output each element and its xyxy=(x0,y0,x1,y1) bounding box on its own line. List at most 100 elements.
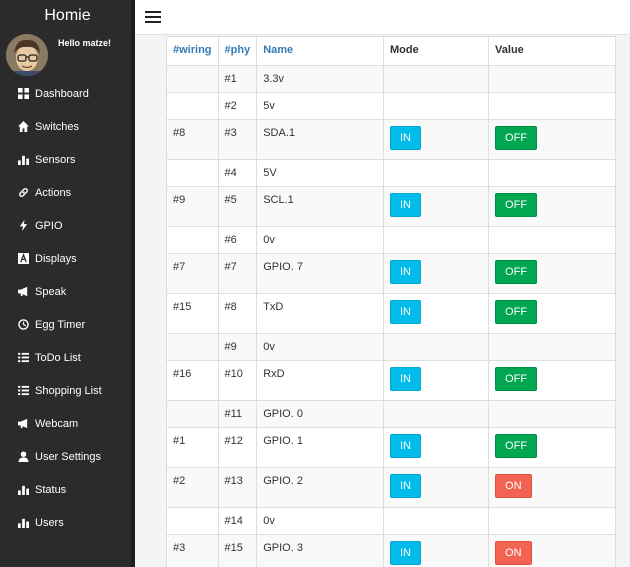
sidebar-item-speak[interactable]: Speak xyxy=(0,275,131,308)
name-cell: 0v xyxy=(256,226,384,254)
font-icon xyxy=(18,253,29,264)
phy-cell: #5 xyxy=(217,186,258,227)
name-cell: 0v xyxy=(256,333,384,361)
column-header-value: Value xyxy=(488,36,616,66)
mode-button[interactable]: IN xyxy=(389,367,421,391)
mode-cell: IN xyxy=(382,119,490,160)
sidebar-item-label: Switches xyxy=(35,120,80,133)
wiring-cell: #8 xyxy=(166,119,219,160)
table-row: #2 #13 GPIO. 2 IN ON xyxy=(166,467,616,508)
name-cell: 3.3v xyxy=(256,65,384,93)
hamburger-menu-icon[interactable] xyxy=(145,11,161,23)
value-toggle-button[interactable]: OFF xyxy=(495,434,538,458)
mode-button[interactable]: IN xyxy=(389,193,421,217)
wiring-cell xyxy=(166,226,219,254)
mode-cell xyxy=(382,65,490,93)
phy-cell: #11 xyxy=(217,400,258,428)
link-icon xyxy=(18,187,29,198)
sidebar-nav: Dashboard Switches Sensors Actions GPIO … xyxy=(0,77,131,539)
column-header-phy[interactable]: #phy xyxy=(217,36,258,66)
wiring-cell: #9 xyxy=(166,186,219,227)
sidebar-item-label: Shopping List xyxy=(35,384,102,397)
name-cell: RxD xyxy=(256,360,384,401)
sidebar-item-label: Status xyxy=(35,483,67,496)
table-row: #3 #15 GPIO. 3 IN ON xyxy=(166,534,616,567)
value-toggle-button[interactable]: OFF xyxy=(495,367,538,391)
mode-button[interactable]: IN xyxy=(389,300,421,324)
value-cell: OFF xyxy=(488,427,616,468)
column-header-wiring[interactable]: #wiring xyxy=(166,36,219,66)
table-row: #15 #8 TxD IN OFF xyxy=(166,293,616,334)
sidebar-item-label: Users xyxy=(35,516,64,529)
mode-button[interactable]: IN xyxy=(389,260,421,284)
wiring-cell xyxy=(166,65,219,93)
sidebar-item-dashboard[interactable]: Dashboard xyxy=(0,77,131,110)
sidebar-item-todo-list[interactable]: ToDo List xyxy=(0,341,131,374)
table-row: #14 0v xyxy=(166,507,616,535)
value-cell xyxy=(488,226,616,254)
name-cell: GPIO. 1 xyxy=(256,427,384,468)
avatar[interactable] xyxy=(6,34,48,76)
mode-button[interactable]: IN xyxy=(389,126,421,150)
sidebar-item-gpio[interactable]: GPIO xyxy=(0,209,131,242)
value-toggle-button[interactable]: OFF xyxy=(495,126,538,150)
value-toggle-button[interactable]: ON xyxy=(495,474,532,498)
name-cell: SCL.1 xyxy=(256,186,384,227)
name-cell: SDA.1 xyxy=(256,119,384,160)
name-cell: GPIO. 7 xyxy=(256,253,384,294)
mode-cell: IN xyxy=(382,253,490,294)
value-cell xyxy=(488,65,616,93)
value-toggle-button[interactable]: OFF xyxy=(495,300,538,324)
gpio-table: #wiring #phy Name Mode Value #1 3.3v #2 … xyxy=(166,36,616,567)
name-cell: GPIO. 3 xyxy=(256,534,384,567)
sidebar-item-webcam[interactable]: Webcam xyxy=(0,407,131,440)
name-cell: 5V xyxy=(256,159,384,187)
phy-cell: #14 xyxy=(217,507,258,535)
bullhorn-icon xyxy=(18,286,29,297)
mode-cell xyxy=(382,159,490,187)
sidebar-item-displays[interactable]: Displays xyxy=(0,242,131,275)
mode-cell xyxy=(382,507,490,535)
mode-button[interactable]: IN xyxy=(389,434,421,458)
wiring-cell: #7 xyxy=(166,253,219,294)
table-row: #1 3.3v xyxy=(166,65,616,93)
sidebar-item-user-settings[interactable]: User Settings xyxy=(0,440,131,473)
column-header-name[interactable]: Name xyxy=(256,36,384,66)
wiring-cell: #15 xyxy=(166,293,219,334)
mode-button[interactable]: IN xyxy=(389,474,421,498)
phy-cell: #1 xyxy=(217,65,258,93)
sidebar-item-egg-timer[interactable]: Egg Timer xyxy=(0,308,131,341)
phy-cell: #9 xyxy=(217,333,258,361)
table-row: #1 #12 GPIO. 1 IN OFF xyxy=(166,427,616,468)
bar-chart-icon xyxy=(18,154,29,165)
sidebar-item-shopping-list[interactable]: Shopping List xyxy=(0,374,131,407)
sidebar: Homie Hello matze! Dashboard Switches Se… xyxy=(0,0,135,567)
wiring-cell xyxy=(166,400,219,428)
value-cell xyxy=(488,333,616,361)
mode-button[interactable]: IN xyxy=(389,541,421,565)
sidebar-item-label: Dashboard xyxy=(35,87,89,100)
sidebar-item-actions[interactable]: Actions xyxy=(0,176,131,209)
topbar xyxy=(135,0,630,35)
value-cell: OFF xyxy=(488,253,616,294)
sidebar-item-sensors[interactable]: Sensors xyxy=(0,143,131,176)
sidebar-item-users[interactable]: Users xyxy=(0,506,131,539)
sidebar-item-status[interactable]: Status xyxy=(0,473,131,506)
sidebar-item-label: Speak xyxy=(35,285,67,298)
dashboard-icon xyxy=(18,88,29,99)
mode-cell: IN xyxy=(382,360,490,401)
sidebar-item-switches[interactable]: Switches xyxy=(0,110,131,143)
bar-chart-icon xyxy=(18,484,29,495)
phy-cell: #3 xyxy=(217,119,258,160)
value-toggle-button[interactable]: OFF xyxy=(495,260,538,284)
sidebar-item-label: Actions xyxy=(35,186,72,199)
phy-cell: #12 xyxy=(217,427,258,468)
mode-cell xyxy=(382,400,490,428)
mode-cell: IN xyxy=(382,534,490,567)
name-cell: TxD xyxy=(256,293,384,334)
value-toggle-button[interactable]: ON xyxy=(495,541,532,565)
value-toggle-button[interactable]: OFF xyxy=(495,193,538,217)
value-cell xyxy=(488,507,616,535)
app-title[interactable]: Homie xyxy=(0,0,135,32)
user-panel: Hello matze! xyxy=(0,34,135,78)
